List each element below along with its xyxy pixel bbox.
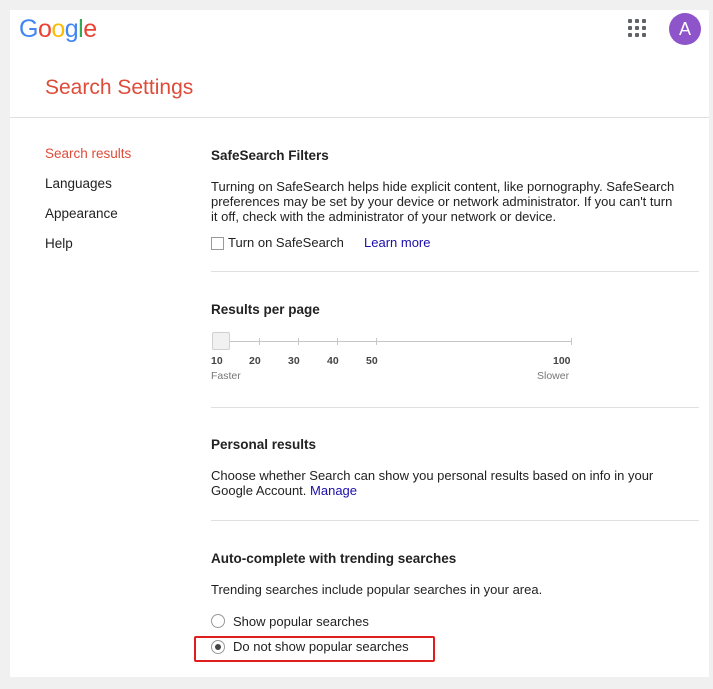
apps-grid-icon[interactable] — [628, 19, 646, 37]
slider-tick-label: 40 — [327, 355, 339, 367]
safesearch-checkbox-label[interactable]: Turn on SafeSearch — [228, 235, 344, 250]
google-logo[interactable]: Google — [19, 14, 97, 44]
page-title: Search Settings — [45, 76, 194, 99]
safesearch-title: SafeSearch Filters — [211, 148, 329, 163]
safesearch-description: Turning on SafeSearch helps hide explici… — [211, 179, 675, 224]
safesearch-checkbox[interactable] — [211, 237, 224, 250]
slider-tick — [259, 338, 260, 345]
highlight-box — [194, 636, 435, 662]
sidebar-item-languages[interactable]: Languages — [45, 177, 131, 207]
logo-letter: e — [83, 15, 97, 43]
slider-tick-label: 20 — [249, 355, 261, 367]
sidebar-item-appearance[interactable]: Appearance — [45, 207, 131, 237]
logo-letter: g — [64, 15, 79, 43]
avatar[interactable]: A — [669, 13, 701, 45]
sidebar-item-help[interactable]: Help — [45, 237, 131, 267]
settings-sidebar: Search results Languages Appearance Help — [45, 147, 131, 267]
learn-more-link[interactable]: Learn more — [364, 235, 430, 250]
logo-letter: o — [51, 15, 65, 43]
section-divider — [211, 271, 699, 272]
faster-label: Faster — [211, 370, 241, 382]
results-per-page-title: Results per page — [211, 302, 320, 317]
show-popular-radio[interactable] — [211, 614, 225, 628]
show-popular-label[interactable]: Show popular searches — [233, 614, 369, 629]
results-slider-track[interactable] — [220, 341, 572, 342]
sidebar-item-search-results[interactable]: Search results — [45, 147, 131, 177]
results-slider-thumb[interactable] — [212, 332, 230, 350]
slider-tick-label: 30 — [288, 355, 300, 367]
logo-letter: G — [19, 15, 38, 43]
slider-tick — [571, 338, 572, 345]
slider-tick — [298, 338, 299, 345]
header-divider — [10, 117, 709, 118]
section-divider — [211, 407, 699, 408]
slider-tick-label: 50 — [366, 355, 378, 367]
slider-tick — [337, 338, 338, 345]
personal-results-title: Personal results — [211, 437, 317, 452]
personal-results-description: Choose whether Search can show you perso… — [211, 468, 681, 498]
section-divider — [211, 520, 699, 521]
autocomplete-description: Trending searches include popular search… — [211, 582, 543, 597]
slider-tick — [376, 338, 377, 345]
logo-letter: o — [37, 15, 52, 43]
settings-page: Google A Search Settings Search results … — [10, 10, 709, 677]
slower-label: Slower — [537, 370, 570, 382]
manage-link[interactable]: Manage — [310, 483, 357, 498]
autocomplete-title: Auto-complete with trending searches — [211, 551, 457, 566]
slider-tick-label: 10 — [211, 355, 223, 367]
personal-results-text: Choose whether Search can show you perso… — [211, 468, 654, 498]
slider-tick-label: 100 — [553, 355, 571, 367]
